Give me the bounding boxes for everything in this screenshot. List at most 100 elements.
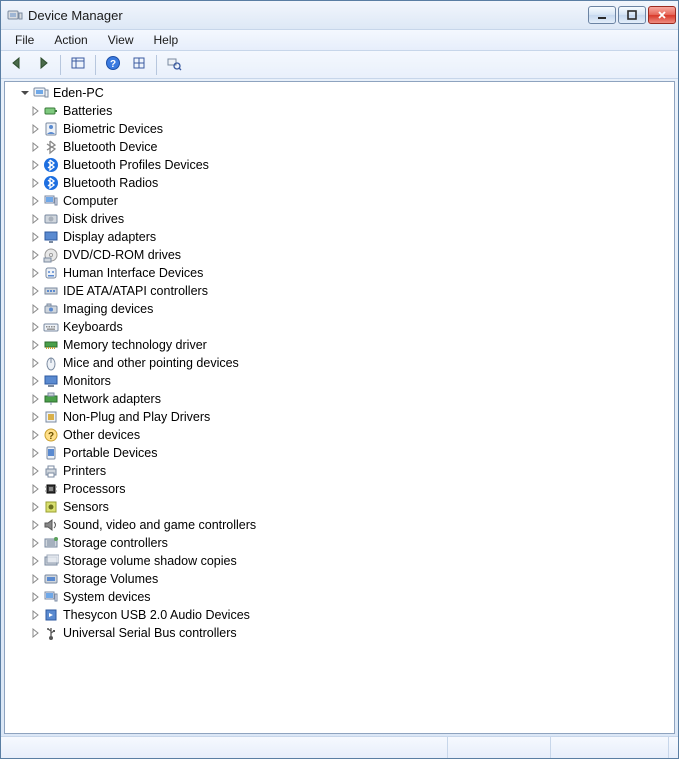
tree-category[interactable]: Computer: [25, 192, 674, 210]
tree-category[interactable]: Bluetooth Profiles Devices: [25, 156, 674, 174]
disclosure-collapsed-icon[interactable]: [29, 411, 41, 423]
scan-icon: [166, 55, 182, 74]
tree-category[interactable]: System devices: [25, 588, 674, 606]
disclosure-collapsed-icon[interactable]: [29, 375, 41, 387]
toolbar-forward-button[interactable]: [31, 54, 55, 76]
tree-category[interactable]: Mice and other pointing devices: [25, 354, 674, 372]
tree-category[interactable]: Keyboards: [25, 318, 674, 336]
disclosure-collapsed-icon[interactable]: [29, 303, 41, 315]
tree-category[interactable]: Monitors: [25, 372, 674, 390]
disclosure-collapsed-icon[interactable]: [29, 429, 41, 441]
tree-category[interactable]: Thesycon USB 2.0 Audio Devices: [25, 606, 674, 624]
tree-root[interactable]: Eden-PC: [5, 84, 674, 102]
tree-category-label: Portable Devices: [63, 446, 158, 460]
disclosure-collapsed-icon[interactable]: [29, 321, 41, 333]
tree-category[interactable]: Bluetooth Radios: [25, 174, 674, 192]
disclosure-collapsed-icon[interactable]: [29, 285, 41, 297]
toolbar-help-button[interactable]: ?: [101, 54, 125, 76]
window-controls: [588, 6, 676, 24]
display-icon: [43, 229, 59, 245]
svg-text:?: ?: [110, 59, 116, 70]
tree-category-label: Thesycon USB 2.0 Audio Devices: [63, 608, 250, 622]
disclosure-collapsed-icon[interactable]: [29, 177, 41, 189]
tree-category[interactable]: Display adapters: [25, 228, 674, 246]
tree-category[interactable]: Memory technology driver: [25, 336, 674, 354]
tree-category[interactable]: Imaging devices: [25, 300, 674, 318]
tree-category-label: Keyboards: [63, 320, 123, 334]
tree-category[interactable]: Storage controllers: [25, 534, 674, 552]
disclosure-collapsed-icon[interactable]: [29, 573, 41, 585]
tree-category[interactable]: ?Other devices: [25, 426, 674, 444]
tree-category-label: Disk drives: [63, 212, 124, 226]
tree-category[interactable]: IDE ATA/ATAPI controllers: [25, 282, 674, 300]
tree-category[interactable]: Disk drives: [25, 210, 674, 228]
disclosure-collapsed-icon[interactable]: [29, 465, 41, 477]
tree-category-label: Sound, video and game controllers: [63, 518, 256, 532]
tree-category[interactable]: Human Interface Devices: [25, 264, 674, 282]
tree-category[interactable]: Batteries: [25, 102, 674, 120]
tree-category-label: Imaging devices: [63, 302, 153, 316]
disclosure-collapsed-icon[interactable]: [29, 267, 41, 279]
tree-area[interactable]: Eden-PC Batteries Biometric Devices Blueto…: [4, 81, 675, 734]
toolbar-properties-button[interactable]: [127, 54, 151, 76]
monitor-icon: [43, 373, 59, 389]
other-icon: ?: [43, 427, 59, 443]
ide-icon: [43, 283, 59, 299]
disclosure-collapsed-icon[interactable]: [29, 609, 41, 621]
dvd-icon: [43, 247, 59, 263]
tree-category-label: Bluetooth Device: [63, 140, 158, 154]
tree-category-label: Storage Volumes: [63, 572, 158, 586]
tree-category[interactable]: Network adapters: [25, 390, 674, 408]
disclosure-collapsed-icon[interactable]: [29, 591, 41, 603]
usb-audio-icon: [43, 607, 59, 623]
toolbar-back-button[interactable]: [5, 54, 29, 76]
menu-help[interactable]: Help: [144, 31, 189, 49]
toolbar-show-hidden-button[interactable]: [66, 54, 90, 76]
tree-category[interactable]: Printers: [25, 462, 674, 480]
toolbar: ?: [1, 51, 678, 79]
disclosure-expanded-icon[interactable]: [19, 87, 31, 99]
disclosure-collapsed-icon[interactable]: [29, 483, 41, 495]
menu-file[interactable]: File: [5, 31, 44, 49]
tree-category[interactable]: Storage Volumes: [25, 570, 674, 588]
tree-category[interactable]: Portable Devices: [25, 444, 674, 462]
disclosure-collapsed-icon[interactable]: [29, 141, 41, 153]
disclosure-collapsed-icon[interactable]: [29, 159, 41, 171]
minimize-button[interactable]: [588, 6, 616, 24]
disclosure-collapsed-icon[interactable]: [29, 447, 41, 459]
disclosure-collapsed-icon[interactable]: [29, 555, 41, 567]
disclosure-collapsed-icon[interactable]: [29, 213, 41, 225]
disclosure-collapsed-icon[interactable]: [29, 249, 41, 261]
tree-category-label: Display adapters: [63, 230, 156, 244]
tree-category[interactable]: Bluetooth Device: [25, 138, 674, 156]
tree-category[interactable]: Non-Plug and Play Drivers: [25, 408, 674, 426]
processor-icon: [43, 481, 59, 497]
tree-category-label: Batteries: [63, 104, 112, 118]
disclosure-collapsed-icon[interactable]: [29, 339, 41, 351]
tree-category[interactable]: Universal Serial Bus controllers: [25, 624, 674, 642]
menu-action[interactable]: Action: [44, 31, 97, 49]
volume-icon: [43, 571, 59, 587]
tree-category[interactable]: DVD/CD-ROM drives: [25, 246, 674, 264]
disclosure-collapsed-icon[interactable]: [29, 627, 41, 639]
disclosure-collapsed-icon[interactable]: [29, 231, 41, 243]
tree-category[interactable]: Sensors: [25, 498, 674, 516]
tree-category-label: Network adapters: [63, 392, 161, 406]
disclosure-collapsed-icon[interactable]: [29, 519, 41, 531]
tree-category[interactable]: Processors: [25, 480, 674, 498]
system-icon: [43, 589, 59, 605]
close-button[interactable]: [648, 6, 676, 24]
tree-category[interactable]: Sound, video and game controllers: [25, 516, 674, 534]
disclosure-collapsed-icon[interactable]: [29, 393, 41, 405]
menu-view[interactable]: View: [98, 31, 144, 49]
disclosure-collapsed-icon[interactable]: [29, 537, 41, 549]
toolbar-scan-button[interactable]: [162, 54, 186, 76]
disclosure-collapsed-icon[interactable]: [29, 123, 41, 135]
maximize-button[interactable]: [618, 6, 646, 24]
disclosure-collapsed-icon[interactable]: [29, 195, 41, 207]
tree-category[interactable]: Storage volume shadow copies: [25, 552, 674, 570]
disclosure-collapsed-icon[interactable]: [29, 105, 41, 117]
disclosure-collapsed-icon[interactable]: [29, 501, 41, 513]
tree-category[interactable]: Biometric Devices: [25, 120, 674, 138]
disclosure-collapsed-icon[interactable]: [29, 357, 41, 369]
